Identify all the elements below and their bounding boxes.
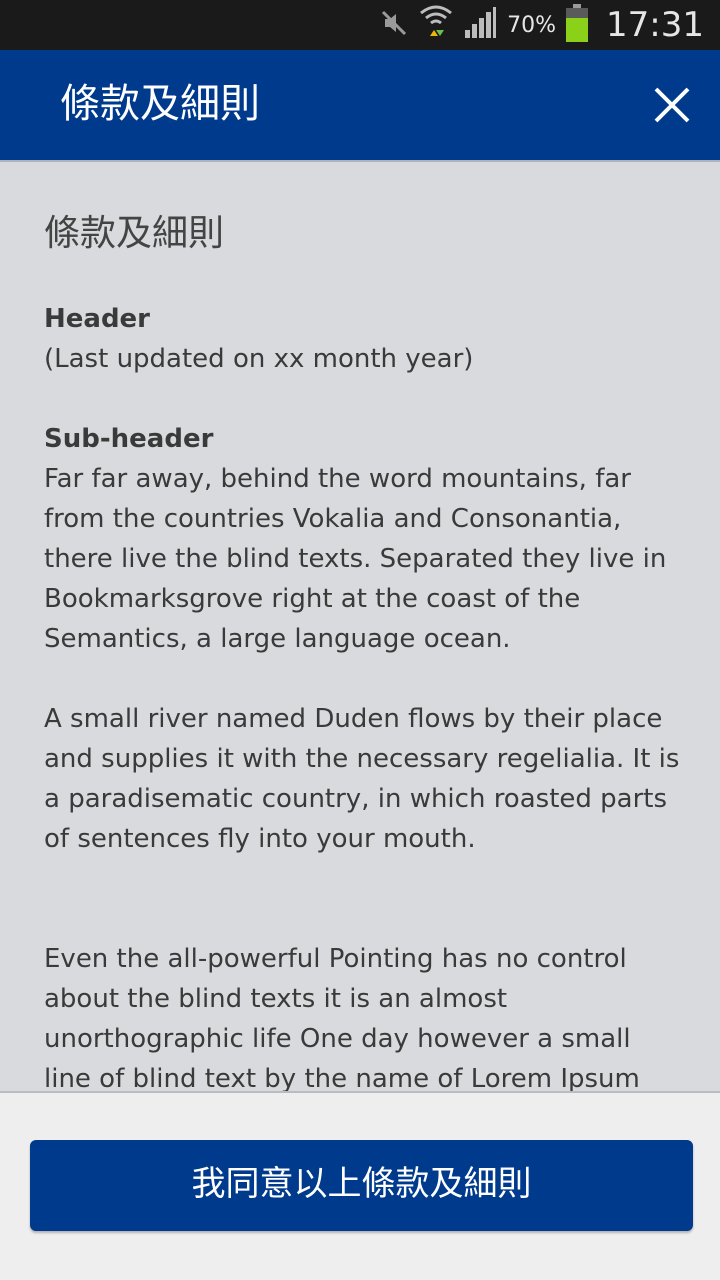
signal-icon <box>463 6 497 44</box>
header-label: Header <box>44 304 151 334</box>
mute-icon <box>379 8 409 42</box>
battery-percent: 70% <box>507 12 557 38</box>
subheader-label: Sub-header <box>44 424 214 454</box>
paragraph-3: Even the all-powerful Pointing has no co… <box>44 944 640 1091</box>
last-updated-text: (Last updated on xx month year) <box>44 344 474 374</box>
close-button[interactable] <box>648 81 696 129</box>
status-icons: 70% 17:31 <box>379 0 704 50</box>
agree-button[interactable]: 我同意以上條款及細則 <box>30 1140 693 1231</box>
paragraph-2: A small river named Duden flows by their… <box>44 704 680 854</box>
wifi-icon <box>419 3 453 47</box>
terms-content[interactable]: 條款及細則 Header (Last updated on xx month y… <box>0 162 720 1091</box>
app-bar: 條款及細則 <box>0 50 720 160</box>
paragraph-1: Far far away, behind the word mountains,… <box>44 464 667 654</box>
status-bar: 70% 17:31 <box>0 0 720 50</box>
page-heading: 條款及細則 <box>44 213 225 254</box>
battery-icon <box>566 4 589 46</box>
footer: 我同意以上條款及細則 <box>0 1093 720 1280</box>
clock: 17:31 <box>606 5 704 45</box>
app-bar-title: 條款及細則 <box>60 81 260 127</box>
close-icon <box>654 87 690 123</box>
